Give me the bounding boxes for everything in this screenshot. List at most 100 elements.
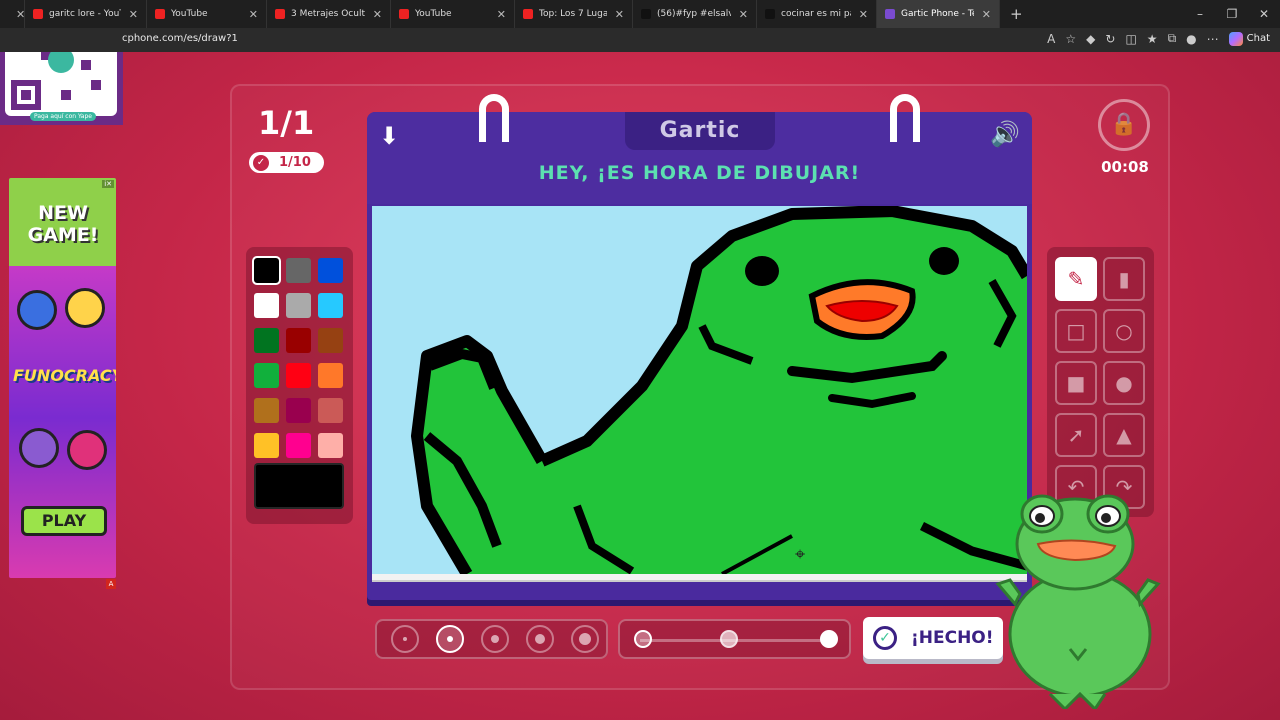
volume-icon[interactable]: 🔊 [990, 120, 1020, 148]
players-done-badge: ✓ 1/10 [249, 152, 324, 173]
color-swatch[interactable] [286, 258, 311, 283]
favorites-icon[interactable]: ★ [1147, 32, 1158, 46]
browser-tab[interactable]: YouTube ✕ [391, 0, 515, 28]
brush-size-dot [447, 636, 453, 642]
opacity-low-option[interactable] [634, 630, 652, 648]
tab-title: Gartic Phone - Teléfono [901, 9, 974, 19]
color-swatch[interactable] [318, 363, 343, 388]
extension-icon[interactable]: ◆ [1086, 32, 1095, 46]
color-swatch[interactable] [318, 398, 343, 423]
crosshair-cursor-icon: ⌖ [795, 544, 806, 565]
color-swatch[interactable] [318, 258, 343, 283]
opacity-mid-option[interactable] [720, 630, 738, 648]
canvas-page-edge [372, 574, 1027, 582]
browser-tab[interactable]: cocinar es mi pasión #p✕ [757, 0, 877, 28]
browser-tab[interactable]: garitc lore - YouTube✕ [25, 0, 147, 28]
minimize-icon[interactable]: – [1184, 7, 1216, 21]
split-screen-icon[interactable]: ◫ [1125, 32, 1136, 46]
color-swatch[interactable] [318, 433, 343, 458]
color-swatch[interactable] [252, 256, 281, 285]
color-swatch[interactable] [286, 398, 311, 423]
browser-tab[interactable]: 3 Metrajes Ocultos De F✕ [267, 0, 391, 28]
ad-badge-icon[interactable]: A [106, 579, 116, 589]
more-menu-icon[interactable]: ⋯ [1207, 32, 1219, 46]
refresh-icon[interactable]: ↻ [1105, 32, 1115, 46]
line-tool-icon[interactable]: ➚ [1055, 413, 1097, 457]
color-swatch[interactable] [286, 328, 311, 353]
color-swatch[interactable] [286, 293, 311, 318]
new-tab-icon[interactable]: + [1000, 5, 1033, 23]
collections-icon[interactable]: ⧉ [1168, 31, 1177, 46]
browser-tab[interactable]: YouTube ✕ [147, 0, 267, 28]
close-tab-icon[interactable]: ✕ [851, 8, 868, 21]
tab-title: YouTube [415, 9, 452, 19]
browser-tab[interactable]: fü✕ [0, 0, 25, 28]
ellipse-outline-tool-icon[interactable]: ○ [1103, 309, 1145, 353]
color-swatch[interactable] [286, 433, 311, 458]
close-tab-icon[interactable]: ✕ [607, 8, 624, 21]
brush-size-dot [535, 634, 545, 644]
copilot-icon [1228, 31, 1243, 46]
brush-size-option[interactable] [436, 625, 464, 653]
close-tab-icon[interactable]: ✕ [121, 8, 138, 21]
brush-size-option[interactable] [391, 625, 419, 653]
download-icon[interactable]: ⬇ [379, 122, 399, 150]
pencil-tool-icon[interactable]: ✎ [1055, 257, 1097, 301]
color-swatch[interactable] [254, 363, 279, 388]
rectangle-outline-tool-icon[interactable]: □ [1055, 309, 1097, 353]
ad-character-thumbs-icon [17, 290, 57, 330]
drawing-canvas[interactable]: ⌖ [372, 206, 1027, 574]
color-swatch[interactable] [254, 433, 279, 458]
qr-caption: Paga aquí con Yape [30, 112, 96, 121]
done-label: ¡HECHO! [911, 628, 994, 648]
ad-choices-icon[interactable]: i✕ [102, 180, 114, 188]
notebook-header: Gartic ⬇ 🔊 HEY, ¡ES HORA DE DIBUJAR! [367, 94, 1032, 204]
tab-favicon-icon [641, 9, 651, 19]
color-swatch[interactable] [254, 398, 279, 423]
lock-icon[interactable]: 🔒 [1098, 99, 1150, 151]
close-tab-icon[interactable]: ✕ [8, 8, 24, 21]
copilot-chat-button[interactable]: Chat [1228, 31, 1270, 46]
tab-favicon-icon [399, 9, 409, 19]
opacity-full-option[interactable] [820, 630, 838, 648]
gartic-logo: Gartic [625, 112, 775, 150]
tab-title: (56)#fyp #elsalvador | co [657, 9, 731, 19]
brush-size-selector [375, 619, 608, 659]
eraser-tool-icon[interactable]: ▮ [1103, 257, 1145, 301]
brush-size-option[interactable] [481, 625, 509, 653]
address-bar[interactable]: cphone.com/es/draw?1 A​ ☆ ◆ ↻ ◫ ★ ⧉ ● ⋯ … [0, 28, 1280, 52]
color-swatch[interactable] [318, 328, 343, 353]
ellipse-fill-tool-icon[interactable]: ● [1103, 361, 1145, 405]
browser-tab[interactable]: Gartic Phone - Teléfono✕ [877, 0, 1000, 28]
rectangle-fill-tool-icon[interactable]: ■ [1055, 361, 1097, 405]
side-ad-banner[interactable]: i✕ NEW GAME! FUNOCRACY PLAY [9, 178, 116, 578]
ad-play-button[interactable]: PLAY [21, 506, 107, 536]
color-swatch[interactable] [318, 293, 343, 318]
browser-tab[interactable]: Top: Los 7 Lugares Más✕ [515, 0, 633, 28]
fill-bucket-tool-icon[interactable]: ▲ [1103, 413, 1145, 457]
current-color-swatch [254, 463, 344, 509]
tab-favicon-icon [275, 9, 285, 19]
profile-avatar-icon[interactable]: ● [1186, 32, 1196, 46]
done-button[interactable]: ✓ ¡HECHO! [863, 617, 1003, 659]
draw-heading: HEY, ¡ES HORA DE DIBUJAR! [538, 162, 861, 184]
close-tab-icon[interactable]: ✕ [731, 8, 748, 21]
close-tab-icon[interactable]: ✕ [974, 8, 991, 21]
color-swatch[interactable] [254, 293, 279, 318]
url-text[interactable]: cphone.com/es/draw?1 [122, 33, 238, 44]
brush-size-option[interactable] [526, 625, 554, 653]
color-swatch[interactable] [286, 363, 311, 388]
close-tab-icon[interactable]: ✕ [241, 8, 258, 21]
maximize-icon[interactable]: ❐ [1216, 7, 1248, 21]
close-window-icon[interactable]: ✕ [1248, 7, 1280, 21]
close-tab-icon[interactable]: ✕ [489, 8, 506, 21]
qr-ad[interactable]: Paga aquí con Yape [0, 52, 123, 125]
check-circle-icon: ✓ [253, 154, 269, 171]
countdown-timer: 00:08 [1101, 158, 1149, 176]
browser-tab[interactable]: (56)#fyp #elsalvador | co✕ [633, 0, 757, 28]
color-swatch[interactable] [254, 328, 279, 353]
close-tab-icon[interactable]: ✕ [365, 8, 382, 21]
favorite-star-icon[interactable]: ☆ [1065, 32, 1076, 46]
brush-size-option[interactable] [571, 625, 599, 653]
read-aloud-icon[interactable]: A​ [1047, 32, 1055, 46]
